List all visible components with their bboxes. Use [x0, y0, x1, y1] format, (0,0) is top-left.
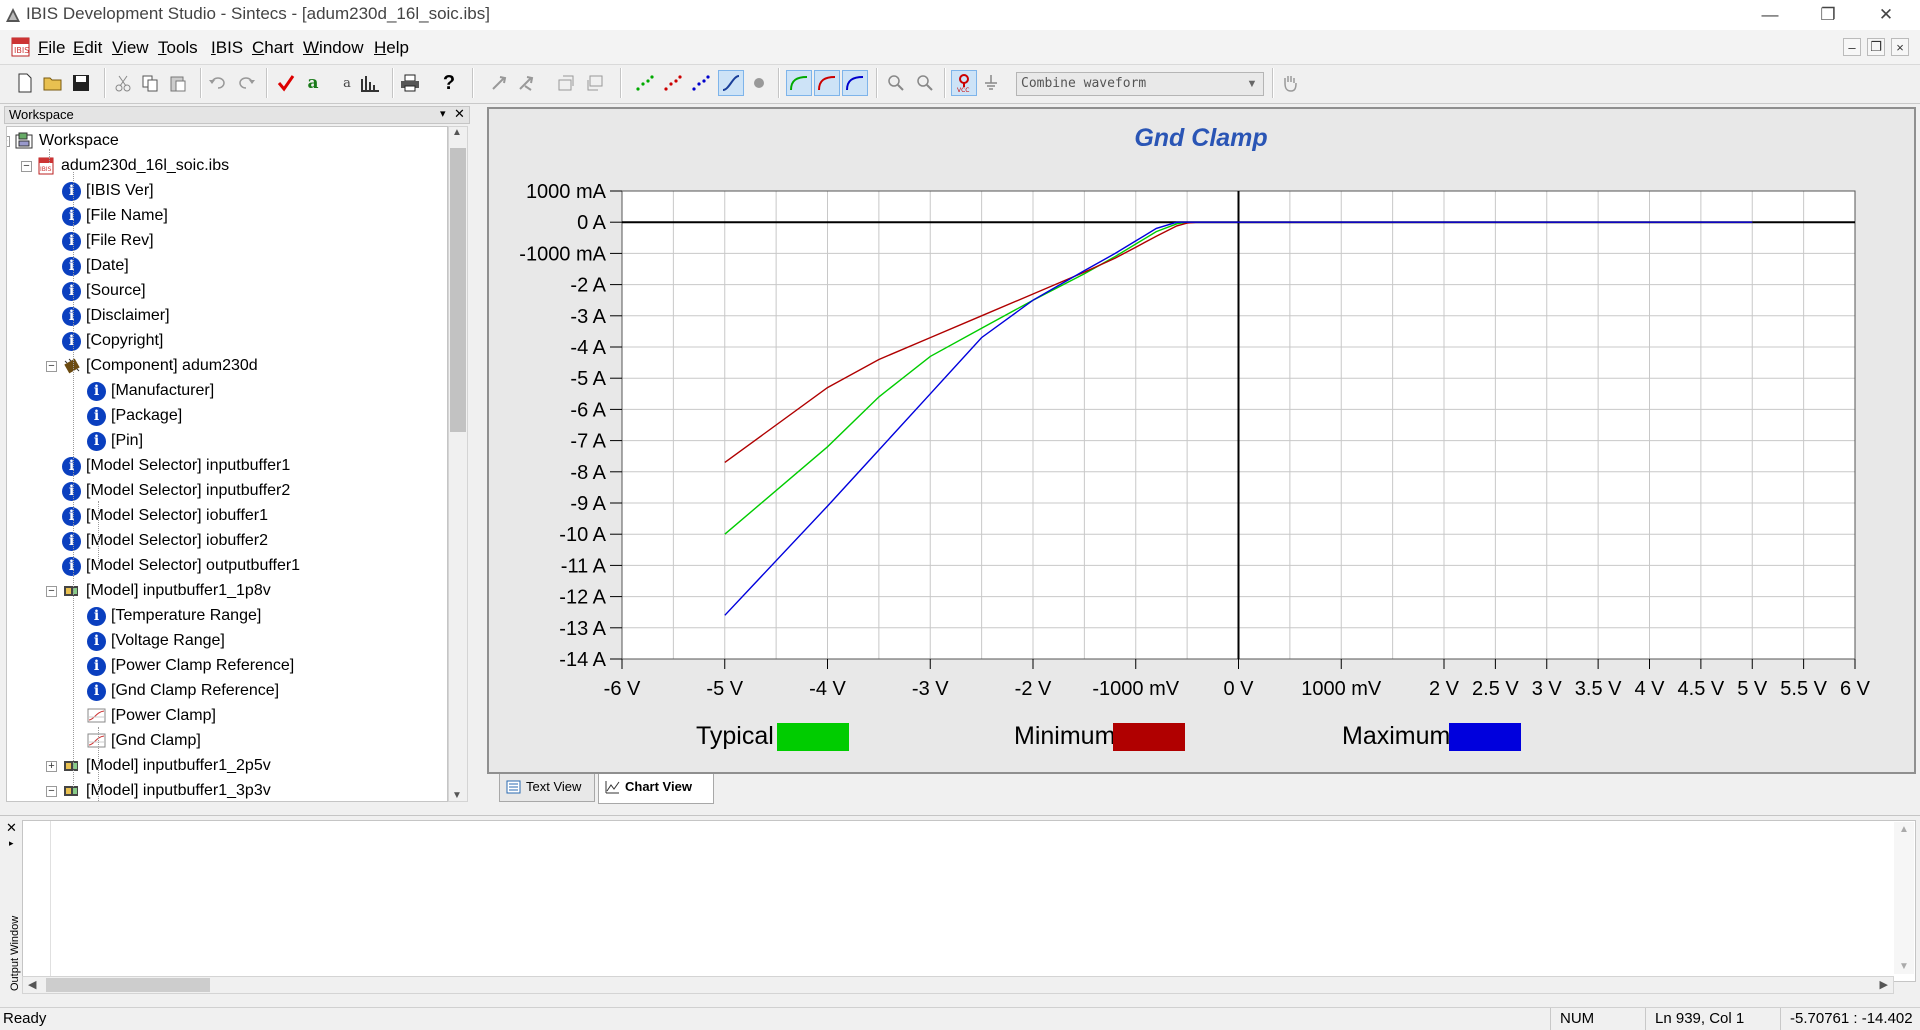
y-tick-label: -6 A — [570, 399, 606, 421]
x-tick-label: -1000 mV — [1092, 678, 1179, 700]
output-hscroll-thumb[interactable] — [46, 978, 210, 992]
status-num: NUM — [1560, 1010, 1595, 1027]
y-tick-label: -4 A — [570, 337, 606, 359]
output-hscrollbar[interactable]: ◀ ▶ — [22, 976, 1894, 994]
y-tick-label: -12 A — [559, 587, 606, 609]
y-tick-label: -10 A — [559, 524, 606, 546]
status-bar — [0, 1007, 1920, 1030]
y-tick-label: -11 A — [561, 555, 607, 577]
y-tick-label: 0 A — [577, 212, 607, 234]
status-ready: Ready — [3, 1010, 47, 1027]
x-tick-label: 4 V — [1634, 678, 1665, 700]
output-close-icon[interactable]: ✕ — [6, 820, 17, 836]
x-tick-label: 3.5 V — [1575, 678, 1622, 700]
y-tick-label: -9 A — [570, 493, 606, 515]
y-tick-label: -1000 mA — [519, 243, 606, 265]
x-tick-label: -3 V — [912, 678, 949, 700]
x-tick-label: 6 V — [1840, 678, 1871, 700]
x-tick-label: 2.5 V — [1472, 678, 1519, 700]
legend-maximum-swatch — [1449, 723, 1521, 751]
legend-maximum-label: Maximum — [1342, 722, 1451, 750]
x-tick-label: 5.5 V — [1780, 678, 1827, 700]
text-view-icon — [506, 780, 521, 794]
tab-text-view-label: Text View — [526, 779, 582, 794]
x-tick-label: 2 V — [1429, 678, 1460, 700]
legend-typical-label: Typical — [696, 722, 774, 750]
legend-minimum-swatch — [1113, 723, 1185, 751]
x-tick-label: 1000 mV — [1301, 678, 1382, 700]
status-coords: -5.70761 : -14.402 — [1790, 1010, 1913, 1027]
y-tick-label: -13 A — [559, 618, 606, 640]
x-tick-label: -4 V — [809, 678, 846, 700]
y-tick-label: -5 A — [570, 368, 606, 390]
y-tick-label: -8 A — [570, 462, 606, 484]
y-tick-label: -3 A — [570, 306, 606, 328]
output-text-area[interactable] — [22, 820, 1916, 982]
legend-typical-swatch — [777, 723, 849, 751]
x-tick-label: -5 V — [706, 678, 743, 700]
x-tick-label: 3 V — [1532, 678, 1563, 700]
x-tick-label: 5 V — [1737, 678, 1768, 700]
tab-text-view[interactable]: Text View — [499, 774, 595, 802]
y-tick-label: 1000 mA — [526, 181, 607, 203]
status-position: Ln 939, Col 1 — [1655, 1010, 1745, 1027]
output-vscrollbar[interactable]: ▲ ▼ — [1894, 822, 1914, 974]
y-tick-label: -7 A — [570, 431, 606, 453]
y-tick-label: -14 A — [559, 649, 606, 671]
x-tick-label: 4.5 V — [1678, 678, 1725, 700]
output-pin-icon[interactable]: ▸ — [9, 838, 14, 849]
x-tick-label: 0 V — [1223, 678, 1254, 700]
x-tick-label: -6 V — [604, 678, 641, 700]
y-tick-label: -2 A — [570, 275, 606, 297]
output-gutter — [23, 821, 51, 981]
legend-minimum-label: Minimum — [1014, 722, 1116, 750]
chart-view-icon — [605, 781, 620, 794]
x-tick-label: -2 V — [1015, 678, 1052, 700]
output-window-label: Output Window — [9, 915, 21, 991]
tab-chart-view-label: Chart View — [625, 779, 692, 794]
tab-chart-view[interactable]: Chart View — [598, 774, 714, 804]
